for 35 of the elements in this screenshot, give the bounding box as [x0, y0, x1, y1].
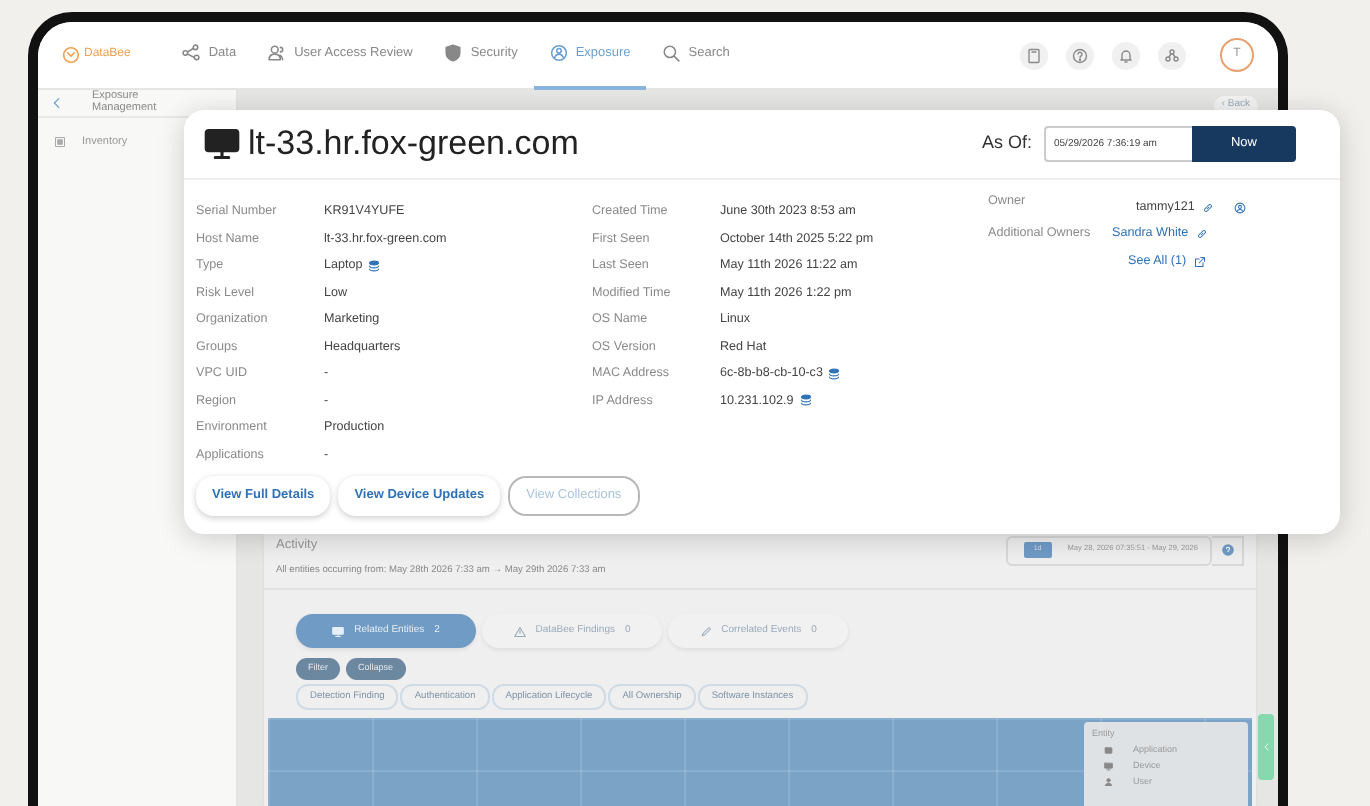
monitor-icon	[204, 125, 240, 162]
monitor-icon	[1104, 762, 1113, 771]
as-of-label: As Of:	[981, 130, 1032, 157]
user-circle-icon[interactable]	[1234, 201, 1247, 214]
network-icon	[1164, 47, 1180, 63]
stack-icon[interactable]	[368, 259, 381, 272]
pencil-icon	[699, 625, 712, 638]
help-icon	[1072, 47, 1088, 63]
warning-icon	[513, 625, 526, 638]
panel-toggle[interactable]	[1258, 714, 1274, 780]
nodes-icon	[182, 44, 201, 62]
device-title: lt-33.hr.fox-green.com	[248, 123, 579, 165]
toolbar-button[interactable]	[1020, 41, 1048, 69]
stack-icon[interactable]	[799, 394, 812, 407]
help-icon[interactable]	[1221, 544, 1233, 556]
external-link-icon[interactable]	[1194, 255, 1207, 268]
book-icon	[1026, 47, 1042, 63]
toolbar-button[interactable]	[1066, 41, 1094, 69]
toolbar-button[interactable]	[1158, 41, 1186, 69]
toolbar-button[interactable]	[1112, 41, 1140, 69]
link-icon[interactable]	[1196, 228, 1209, 241]
logo-icon	[62, 46, 80, 64]
stack-icon[interactable]	[828, 367, 841, 380]
bell-icon	[1118, 47, 1134, 63]
chevron-left-icon	[1261, 742, 1271, 752]
user-icon	[1104, 777, 1113, 787]
search-icon	[662, 44, 681, 62]
users-icon	[268, 44, 287, 62]
user-circle-icon	[549, 44, 568, 62]
link-icon[interactable]	[1202, 201, 1215, 214]
shield-icon	[444, 44, 463, 62]
monitor-icon	[332, 625, 345, 638]
application-icon	[1104, 746, 1113, 756]
chevron-left-icon[interactable]	[50, 96, 64, 110]
inventory-icon	[54, 136, 66, 149]
